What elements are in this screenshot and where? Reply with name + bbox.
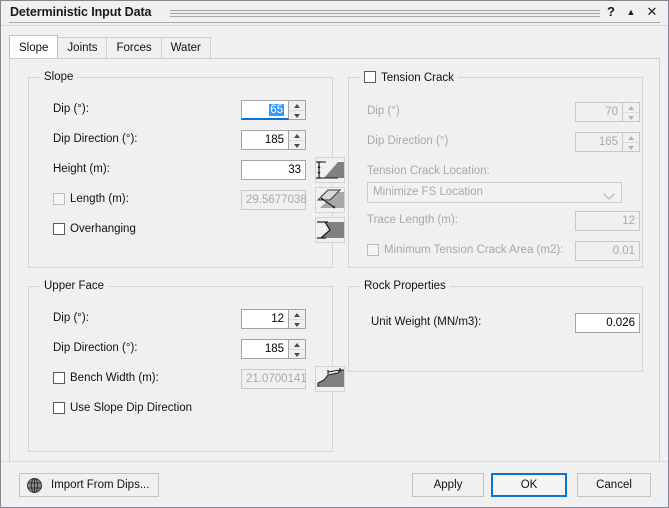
tc-dipdir-spinner[interactable] xyxy=(623,132,640,152)
slope-dip-spinner[interactable] xyxy=(289,100,306,120)
tab-joints[interactable]: Joints xyxy=(57,37,108,58)
tc-dip-row: Dip (°) 70 xyxy=(367,102,640,122)
upperface-dip-spinner[interactable] xyxy=(289,309,306,329)
tc-trace-length-row: Trace Length (m): 12 xyxy=(367,211,640,231)
tension-crack-group-title[interactable]: Tension Crack xyxy=(360,71,458,84)
upperface-dip-row: Dip (°): 12 xyxy=(53,309,322,329)
bench-width-row: Bench Width (m): 21.0700141 xyxy=(53,366,345,392)
slope-height-row: Height (m): 33 xyxy=(53,157,345,183)
slope-length-icon xyxy=(315,187,345,213)
window-title: Deterministic Input Data xyxy=(10,5,152,19)
tab-slope[interactable]: Slope xyxy=(9,35,59,58)
tension-crack-group: Tension Crack Dip (°) 70 Dip Direction (… xyxy=(348,71,643,268)
tc-min-area-label: Minimum Tension Crack Area (m2): xyxy=(384,244,564,256)
rollup-icon[interactable]: ▲ xyxy=(622,3,640,21)
slope-group: Slope Dip (°): 65 Dip Direction (°): 185 xyxy=(28,71,345,268)
slope-length-checkbox[interactable] xyxy=(53,193,65,205)
title-grip xyxy=(170,10,600,17)
upperface-dipdir-input[interactable]: 185 xyxy=(241,339,289,359)
slope-dipdir-input[interactable]: 185 xyxy=(241,130,289,150)
unit-weight-label: Unit Weight (MN/m3): xyxy=(371,316,482,328)
tc-trace-length-label: Trace Length (m): xyxy=(367,214,458,226)
slope-dip-row: Dip (°): 65 xyxy=(53,100,322,120)
tc-location-label-row: Tension Crack Location: xyxy=(367,162,632,182)
bench-width-input[interactable]: 21.0700141 xyxy=(241,369,307,389)
use-slope-dipdir-label: Use Slope Dip Direction xyxy=(70,402,193,414)
tab-water[interactable]: Water xyxy=(160,37,211,58)
title-bar: Deterministic Input Data ? ▲ ✕ xyxy=(1,1,668,26)
tc-min-area-input[interactable]: 0.01 xyxy=(575,241,640,261)
upper-face-group: Upper Face Dip (°): 12 Dip Direction (°)… xyxy=(28,280,345,452)
slope-height-input[interactable]: 33 xyxy=(241,160,306,180)
slope-group-title: Slope xyxy=(40,71,78,83)
bench-width-checkbox[interactable] xyxy=(53,372,65,384)
cancel-button[interactable]: Cancel xyxy=(577,473,651,497)
use-slope-dipdir-checkbox[interactable] xyxy=(53,402,65,414)
slope-length-row: Length (m): 29.5677038 xyxy=(53,187,345,213)
ok-button[interactable]: OK xyxy=(491,473,567,497)
slope-overhanging-icon xyxy=(315,217,345,243)
slope-dip-value: 65 xyxy=(269,104,284,116)
unit-weight-row: Unit Weight (MN/m3): 0.026 xyxy=(371,313,640,333)
tc-dip-spinner[interactable] xyxy=(623,102,640,122)
tension-crack-group-label: Tension Crack xyxy=(381,72,454,84)
slope-length-input[interactable]: 29.5677038 xyxy=(241,190,307,210)
apply-button[interactable]: Apply xyxy=(412,473,484,497)
chevron-down-icon xyxy=(603,188,615,200)
tc-location-label: Tension Crack Location: xyxy=(367,165,490,177)
slope-overhanging-row: Overhanging xyxy=(53,217,345,243)
unit-weight-input[interactable]: 0.026 xyxy=(575,313,640,333)
tc-min-area-row: Minimum Tension Crack Area (m2): 0.01 xyxy=(367,241,640,261)
deterministic-input-data-dialog: Deterministic Input Data ? ▲ ✕ Slope Joi… xyxy=(0,0,669,508)
title-separator xyxy=(9,22,660,23)
dialog-button-bar: Import From Dips... Apply OK Cancel xyxy=(1,461,668,507)
tab-strip: Slope Joints Forces Water xyxy=(9,35,660,59)
slope-dip-label: Dip (°): xyxy=(53,103,89,115)
slope-dipdir-row: Dip Direction (°): 185 xyxy=(53,130,322,150)
slope-dip-input[interactable]: 65 xyxy=(241,100,289,120)
close-icon[interactable]: ✕ xyxy=(643,3,661,21)
tension-crack-checkbox[interactable] xyxy=(364,71,376,83)
upperface-dip-input[interactable]: 12 xyxy=(241,309,289,329)
stereonet-globe-icon xyxy=(26,477,43,494)
upperface-dipdir-spinner[interactable] xyxy=(289,339,306,359)
slope-overhanging-checkbox[interactable] xyxy=(53,223,65,235)
tc-location-combo[interactable]: Minimize FS Location xyxy=(367,182,622,203)
tc-min-area-checkbox[interactable] xyxy=(367,244,379,256)
bench-width-icon xyxy=(315,366,345,392)
import-from-dips-button[interactable]: Import From Dips... xyxy=(19,473,159,497)
upperface-dipdir-row: Dip Direction (°): 185 xyxy=(53,339,322,359)
use-slope-dipdir-row: Use Slope Dip Direction xyxy=(53,399,322,419)
upperface-dipdir-label: Dip Direction (°): xyxy=(53,342,138,354)
upper-face-group-title: Upper Face xyxy=(40,280,109,292)
tab-page-slope: Slope Dip (°): 65 Dip Direction (°): 185 xyxy=(9,58,660,462)
import-from-dips-label: Import From Dips... xyxy=(51,479,150,491)
tc-dip-label: Dip (°) xyxy=(367,105,400,117)
tc-dipdir-label: Dip Direction (°) xyxy=(367,135,449,147)
tc-location-value: Minimize FS Location xyxy=(373,186,483,198)
tc-dipdir-input[interactable]: 165 xyxy=(575,132,623,152)
tab-forces[interactable]: Forces xyxy=(106,37,162,58)
bench-width-label: Bench Width (m): xyxy=(70,372,159,384)
tc-dip-input[interactable]: 70 xyxy=(575,102,623,122)
slope-dipdir-spinner[interactable] xyxy=(289,130,306,150)
upperface-dip-label: Dip (°): xyxy=(53,312,89,324)
rock-properties-group-title: Rock Properties xyxy=(360,280,450,292)
tc-dipdir-row: Dip Direction (°) 165 xyxy=(367,132,640,152)
slope-height-label: Height (m): xyxy=(53,163,110,175)
slope-dipdir-label: Dip Direction (°): xyxy=(53,133,138,145)
tc-trace-length-input[interactable]: 12 xyxy=(575,211,640,231)
slope-height-icon xyxy=(315,157,345,183)
slope-length-label: Length (m): xyxy=(70,193,129,205)
slope-overhanging-label: Overhanging xyxy=(70,223,136,235)
rock-properties-group: Rock Properties Unit Weight (MN/m3): 0.0… xyxy=(348,280,643,372)
help-icon[interactable]: ? xyxy=(602,3,620,21)
